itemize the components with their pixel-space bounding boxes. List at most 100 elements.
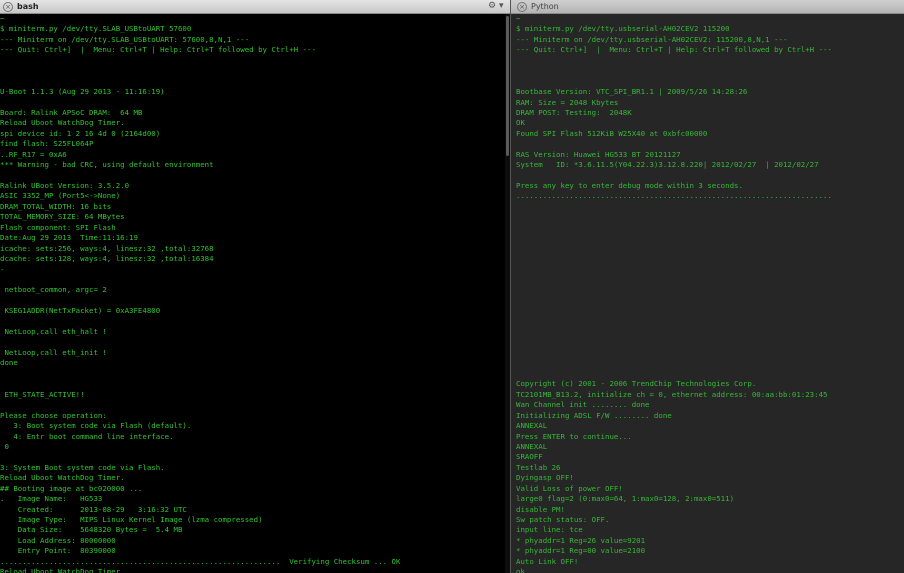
terminal-line: spi device id: 1 2 16 4d 0 (2164d00) [0, 128, 161, 138]
terminal-line: TC2101MB_B13.2, initialize ch = 0, ether… [516, 389, 828, 399]
terminal-line: NetLoop,call eth_halt ! [0, 327, 107, 337]
terminal-line: NetLoop,call eth_init ! [0, 348, 107, 357]
terminal-line: System ID: *3.6.11.5(Y04.22.3)3.12.8.220… [516, 160, 819, 170]
terminal-line: ANNEXAL [516, 441, 548, 451]
python-terminal-pane[interactable]: × Python ~ $ miniterm.py /dev/tty.usbseri… [511, 0, 904, 573]
terminal-line: RAM: Size = 2048 Kbytes [516, 97, 619, 107]
terminal-line: icache: sets:256, ways:4, linesz:32 ,tot… [0, 243, 214, 253]
terminal-line: Load Address: 80000000 [0, 535, 116, 545]
terminal-line: ok [516, 567, 525, 573]
terminal-line: --- Miniterm on /dev/tty.usbserial-AH02C… [516, 34, 788, 44]
terminal-line: $ miniterm.py /dev/tty.usbserial-AH02CEV… [516, 24, 730, 34]
terminal-line: ........................................… [0, 556, 401, 566]
terminal-line: Flash component: SPI Flash [0, 222, 116, 232]
terminal-line: Wan Channel init ........ done [516, 400, 650, 410]
python-terminal-output[interactable]: ~ $ miniterm.py /dev/tty.usbserial-AH02CE… [516, 14, 832, 573]
close-icon[interactable]: × [517, 2, 527, 12]
terminal-line: Ralink UBoot Version: 3.5.2.0 [0, 181, 130, 190]
terminal-line: Sw patch status: OFF. [516, 515, 610, 524]
terminal-line: *** Warning - bad CRC, using default env… [0, 160, 214, 170]
chevron-down-icon[interactable]: ▾ [499, 0, 504, 13]
terminal-line: Reload Uboot WatchDog Timer. [0, 473, 125, 483]
terminal-line: Press ENTER to continue... [516, 431, 632, 441]
terminal-line: Bootbase Version: VTC_SPI_BR1.1 | 2009/5… [516, 87, 748, 97]
terminal-line: Data Size: 5648320 Bytes = 5.4 MB [0, 525, 183, 535]
terminal-line: netboot_common, argc= 2 [0, 285, 107, 295]
terminal-line: . Image Name: HG533 [0, 494, 103, 504]
terminal-line: Valid Loss of power OFF! [516, 483, 623, 493]
terminal-line: ASIC 3352_MP (Port5<->None) [0, 191, 121, 201]
terminal-line: * phyaddr=1 Reg=00 value=2100 [516, 546, 646, 556]
tab-title-python[interactable]: Python [531, 1, 559, 12]
terminal-line: - [0, 264, 5, 274]
terminal-line: Reload Uboot WatchDog Timer. [0, 118, 125, 128]
terminal-line: DRAM_TOTAL_WIDTH: 16 bits [0, 201, 112, 211]
terminal-line: U-Boot 1.1.3 (Aug 29 2013 - 11:16:19) [0, 87, 165, 97]
terminal-line: DRAM POST: Testing: 2048K [516, 107, 632, 117]
terminal-line: 4: Entr boot command line interface. [0, 431, 174, 441]
terminal-line: Board: Ralink APSoC DRAM: 64 MB [0, 107, 143, 117]
terminal-line: 3: Boot system code via Flash (default). [0, 421, 192, 431]
bash-tab-bar[interactable]: × bash ⚙ ▾ [0, 0, 510, 14]
bash-terminal-pane[interactable]: × bash ⚙ ▾ ~ $ miniterm.py /dev/tty.SLAB_… [0, 0, 510, 573]
terminal-line: 3: System Boot system code via Flash. [0, 462, 165, 472]
close-icon[interactable]: × [3, 2, 13, 12]
terminal-line: done [0, 358, 18, 368]
terminal-line: large0 flag=2 (0:max0=64, 1:max0=128, 2:… [516, 494, 735, 504]
terminal-line: ~ [516, 14, 521, 23]
gear-icon[interactable]: ⚙ [488, 0, 496, 13]
terminal-line: ........................................… [516, 191, 832, 201]
terminal-line: Please choose operation: [0, 410, 107, 420]
bash-terminal-output[interactable]: ~ $ miniterm.py /dev/tty.SLAB_USBtoUART 5… [0, 14, 400, 573]
terminal-line: Image Type: MIPS Linux Kernel Image (lzm… [0, 515, 263, 524]
terminal-line: input line: tce [516, 525, 583, 535]
terminal-line: ## Booting image at bc020000 ... [0, 483, 143, 493]
terminal-line: $ miniterm.py /dev/tty.SLAB_USBtoUART 57… [0, 24, 192, 34]
terminal-line: 0 [0, 441, 9, 451]
terminal-line: --- Miniterm on /dev/tty.SLAB_USBtoUART:… [0, 34, 250, 44]
terminal-line: ~ [0, 14, 5, 23]
terminal-line: ..RF_R17 = 0xA6 [0, 149, 67, 159]
python-tab-bar[interactable]: × Python [511, 0, 904, 14]
terminal-line: Reload Uboot WatchDog Timer. [0, 567, 125, 573]
terminal-line: Auto Link OFF! [516, 556, 579, 566]
tab-title-bash[interactable]: bash [17, 1, 39, 12]
scrollbar-thumb[interactable] [506, 16, 509, 156]
terminal-line: dcache: sets:128, ways:4, linesz:32 ,tot… [0, 254, 214, 264]
terminal-line: disable PM! [516, 504, 565, 514]
terminal-line: ETH_STATE_ACTIVE!! [0, 389, 85, 399]
terminal-line: Dyingasp OFF! [516, 473, 574, 483]
terminal-line: Entry Point: 80390000 [0, 546, 116, 556]
terminal-line: Testlab 26 [516, 462, 561, 472]
terminal-line: Date:Aug 29 2013 Time:11:16:19 [0, 233, 138, 243]
terminal-line: * phyaddr=1 Reg=26 value=9201 [516, 535, 646, 545]
terminal-line: ANNEXAL [516, 421, 548, 431]
